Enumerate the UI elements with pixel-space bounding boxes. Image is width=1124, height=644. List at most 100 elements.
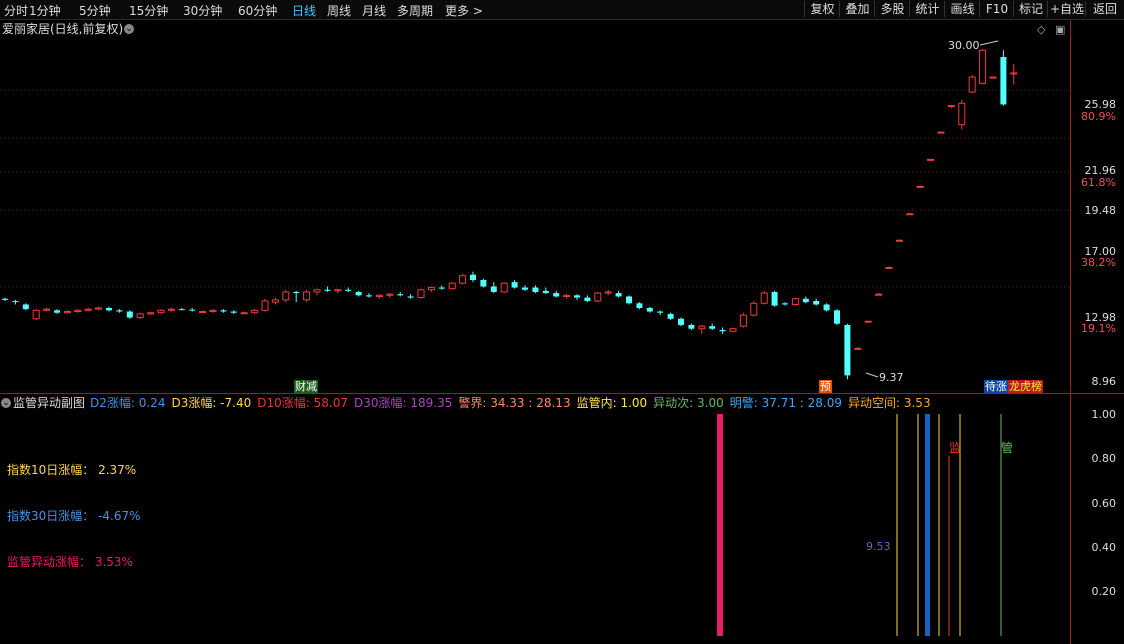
indicator-axis-label: 0.80 [1091, 452, 1117, 465]
tf-month[interactable]: 月线 [362, 2, 386, 19]
candle [813, 298, 820, 306]
candle-body [189, 309, 196, 311]
candle [916, 185, 924, 188]
add-watchlist-button[interactable]: +自选 [1047, 1, 1086, 17]
overlay-button[interactable]: 叠加 [839, 1, 875, 17]
indicator-axis-label: 0.40 [1091, 541, 1117, 554]
candle [657, 310, 664, 316]
tf-5min[interactable]: 5分钟 [79, 2, 111, 19]
candle-body [271, 299, 279, 303]
candle-body [407, 296, 414, 298]
control-mark: 管 [1001, 441, 1014, 455]
candle [906, 212, 914, 216]
tf-1min[interactable]: 1分钟 [29, 2, 61, 19]
candle [136, 312, 144, 319]
candle-body [261, 300, 269, 311]
candle-body [355, 291, 362, 296]
draw-button[interactable]: 画线 [944, 1, 980, 17]
multistock-button[interactable]: 多股 [874, 1, 910, 17]
candle-body [1010, 72, 1018, 75]
candle [438, 285, 445, 290]
tf-day[interactable]: 日线 [292, 2, 316, 19]
tf-fenshi[interactable]: 分时 [4, 2, 28, 19]
candle-body [916, 185, 924, 188]
candle [678, 317, 684, 327]
candle [251, 309, 259, 314]
f10-button[interactable]: F10 [979, 1, 1014, 17]
candle [709, 323, 716, 330]
candle [791, 297, 799, 306]
event-badge-caijian[interactable]: 财减 [294, 380, 318, 393]
mark-button[interactable]: 标记 [1013, 1, 1048, 17]
candle-body [522, 287, 528, 290]
candle [719, 327, 726, 334]
candle-body [646, 307, 653, 312]
candle-body [553, 293, 560, 297]
candle [989, 76, 997, 79]
event-badge-daizhang[interactable]: 待涨 [984, 380, 1008, 393]
candle [875, 293, 883, 296]
candle-body [22, 304, 29, 310]
candle-body [417, 289, 425, 299]
candle [209, 309, 217, 313]
candle [927, 158, 935, 161]
candle-body [427, 287, 435, 291]
candle [636, 302, 643, 310]
stats-button[interactable]: 统计 [909, 1, 945, 17]
candle [760, 290, 768, 305]
candle [271, 297, 279, 305]
candle-body [947, 105, 955, 108]
candle [178, 307, 185, 311]
supervision-mark: 监 [949, 441, 962, 455]
candle [750, 300, 758, 317]
candle [739, 312, 747, 328]
candle [594, 291, 602, 303]
candle-body [542, 290, 549, 294]
candle-body [167, 308, 175, 311]
candle-body [84, 308, 92, 311]
candle [626, 295, 632, 305]
candle [84, 307, 92, 312]
candle [895, 239, 903, 242]
candle-body [32, 309, 40, 320]
candle-body [626, 296, 632, 304]
candle-body [667, 313, 674, 319]
candle [199, 310, 207, 314]
tf-multi[interactable]: 多周期 [397, 2, 433, 19]
candle [574, 294, 580, 300]
candle [12, 299, 19, 305]
candle-body [834, 310, 840, 324]
tf-15min[interactable]: 15分钟 [129, 2, 168, 19]
back-button[interactable]: 返回 [1085, 1, 1124, 17]
indicator-chart[interactable] [0, 394, 1070, 644]
pct-label: 80.9% [1081, 110, 1116, 123]
candle [937, 131, 945, 134]
tf-30min[interactable]: 30分钟 [183, 2, 222, 19]
candlestick-chart[interactable] [0, 20, 1070, 392]
candle [397, 291, 404, 297]
candle [147, 311, 155, 316]
candle-body [500, 282, 508, 293]
candle-body [750, 302, 758, 316]
price-axis-divider [1070, 20, 1071, 644]
candle [542, 287, 549, 295]
candle-body [251, 309, 259, 314]
candle [106, 306, 112, 312]
candle [854, 347, 862, 350]
candle-body [678, 318, 684, 325]
candle-body [823, 304, 830, 311]
candle-body [313, 289, 321, 293]
candle [480, 278, 487, 288]
candle [823, 303, 830, 312]
candle-body [230, 311, 237, 313]
tf-week[interactable]: 周线 [327, 2, 351, 19]
candle-body [303, 291, 311, 301]
candle [470, 271, 476, 283]
event-badge-yu[interactable]: 预 [819, 380, 832, 393]
chart-grid [0, 89, 1070, 392]
fuquan-button[interactable]: 复权 [804, 1, 840, 17]
tf-60min[interactable]: 60分钟 [238, 2, 277, 19]
tf-more[interactable]: 更多 > [445, 2, 483, 19]
candle [261, 298, 269, 312]
event-badge-longhubang[interactable]: 龙虎榜 [1008, 380, 1043, 393]
